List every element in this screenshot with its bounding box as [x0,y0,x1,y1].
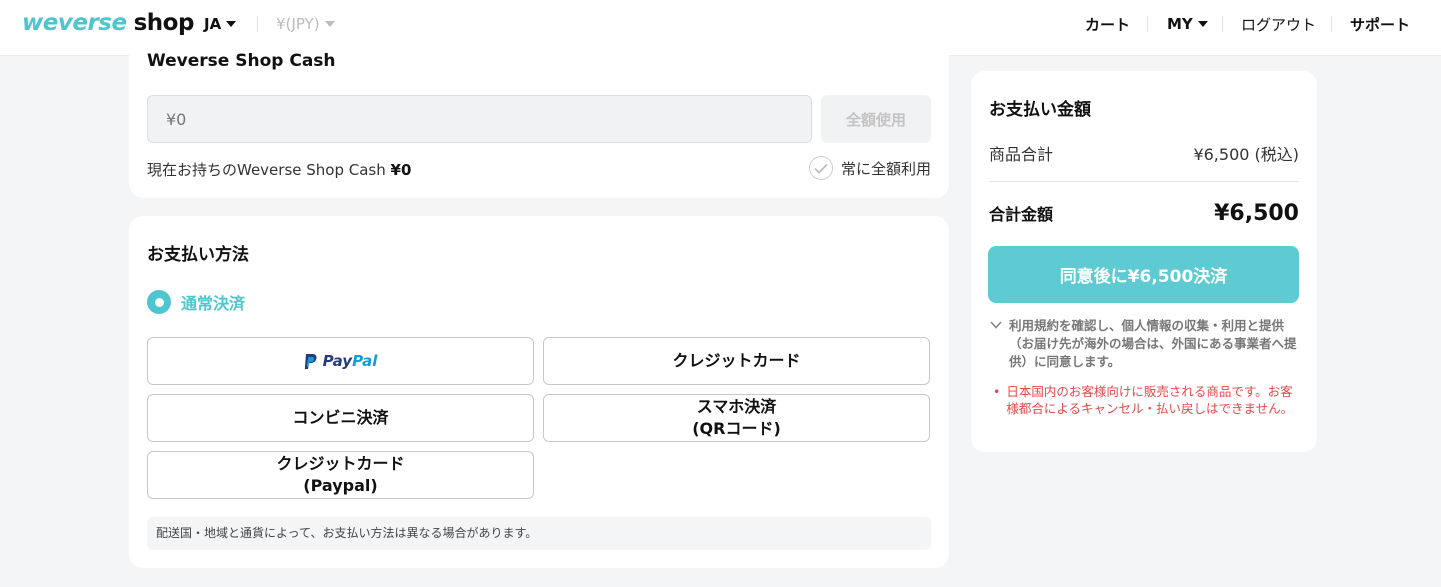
total-row: 合計金額 ¥6,500 [989,201,1299,226]
cc-paypal-label-1: クレジットカード [276,454,405,473]
subtotal-row: 商品合計 ¥6,500 (税込) [989,141,1299,165]
summary-divider [989,181,1299,182]
header-divider [1222,16,1223,32]
paypal-button[interactable]: PayPal [147,337,534,385]
cart-label: カート [1085,15,1131,34]
chevron-down-icon [226,21,237,27]
smartphone-label-1: スマホ決済 [696,397,777,416]
payment-note: 配送国・地域と通貨によって、お支払い方法は異なる場合があります。 [147,517,931,550]
cart-link[interactable]: カート [1085,14,1130,34]
credit-card-button[interactable]: クレジットカード [543,337,930,385]
credit-card-paypal-button[interactable]: クレジットカード (Paypal) [147,451,534,499]
agree-and-pay-button[interactable]: 同意後に¥6,500決済 [988,246,1299,303]
total-value: ¥6,500 [1214,201,1299,226]
chevron-down-icon[interactable] [989,318,1003,332]
paypal-logo: PayPal [304,350,378,372]
cash-balance-label: 現在お持ちのWeverse Shop Cash [147,161,386,179]
always-use-all-label: 常に全額利用 [840,159,931,178]
cash-balance-value: ¥0 [390,161,412,179]
credit-card-label: クレジットカード [672,351,801,370]
logout-link[interactable]: ログアウト [1241,14,1316,34]
cash-balance-info: 現在お持ちのWeverse Shop Cash ¥0 [147,159,411,180]
cc-paypal-label-2: (Paypal) [303,476,378,495]
total-label: 合計金額 [989,205,1054,224]
always-use-all-checkbox[interactable]: 常に全額利用 [808,156,931,180]
paypal-text-1: Pay [322,352,353,370]
standard-payment-label: 通常決済 [181,294,246,313]
currency-selector[interactable]: ¥(JPY) [276,14,335,34]
my-menu[interactable]: MY [1167,14,1208,34]
payment-method-title: お支払い方法 [147,245,249,265]
smartphone-label-2: (QRコード) [692,419,781,438]
smartphone-qr-button[interactable]: スマホ決済 (QRコード) [543,394,930,442]
shop-cash-title: Weverse Shop Cash [147,51,336,71]
use-all-cash-button[interactable]: 全額使用 [821,95,931,143]
paypal-text-2: Pal [352,352,378,370]
payment-summary: お支払い金額 商品合計 ¥6,500 (税込) 合計金額 ¥6,500 同意後に… [971,71,1317,452]
currency-label: ¥(JPY) [276,15,320,33]
logo-brand: weverse [22,10,127,36]
support-label: サポート [1350,15,1411,34]
shop-cash-section: Weverse Shop Cash 全額使用 現在お持ちのWeverse Sho… [129,40,949,198]
shop-cash-input[interactable] [147,95,812,143]
payment-method-section: お支払い方法 通常決済 PayPal クレジットカード コンビニ決済 スマホ決済… [129,216,949,568]
my-label: MY [1167,15,1193,33]
logo-suffix: shop [133,10,195,36]
logout-label: ログアウト [1241,15,1317,34]
support-link[interactable]: サポート [1350,14,1410,34]
subtotal-label: 商品合計 [989,145,1054,164]
header-divider [1147,16,1148,32]
language-label: JA [204,15,222,33]
bullet-icon: • [993,384,1001,399]
terms-text: 利用規約を確認し、個人情報の収集・利用と提供（お届け先が海外の場合は、外国にある… [1009,318,1297,369]
chevron-down-icon [1197,21,1208,27]
warning-text: 日本国内のお客様向けに販売される商品です。お客様都合によるキャンセル・払い戻しは… [1006,384,1294,416]
terms-agreement: 利用規約を確認し、個人情報の収集・利用と提供（お届け先が海外の場合は、外国にある… [989,317,1301,371]
domestic-sale-warning: • 日本国内のお客様向けに販売される商品です。お客様都合によるキャンセル・払い戻… [993,383,1298,417]
language-selector[interactable]: JA [204,14,237,34]
header-divider [1331,16,1332,32]
subtotal-value: ¥6,500 (税込) [1193,145,1299,164]
chevron-down-icon [324,21,335,27]
summary-title: お支払い金額 [989,100,1091,120]
convenience-store-label: コンビニ決済 [292,408,389,427]
standard-payment-radio[interactable]: 通常決済 [147,290,245,314]
radio-selected-icon [147,290,171,314]
check-icon [808,156,833,180]
weverse-shop-logo[interactable]: weverse shop [22,10,194,38]
header-divider [257,16,258,32]
paypal-icon [304,353,317,369]
convenience-store-button[interactable]: コンビニ決済 [147,394,534,442]
